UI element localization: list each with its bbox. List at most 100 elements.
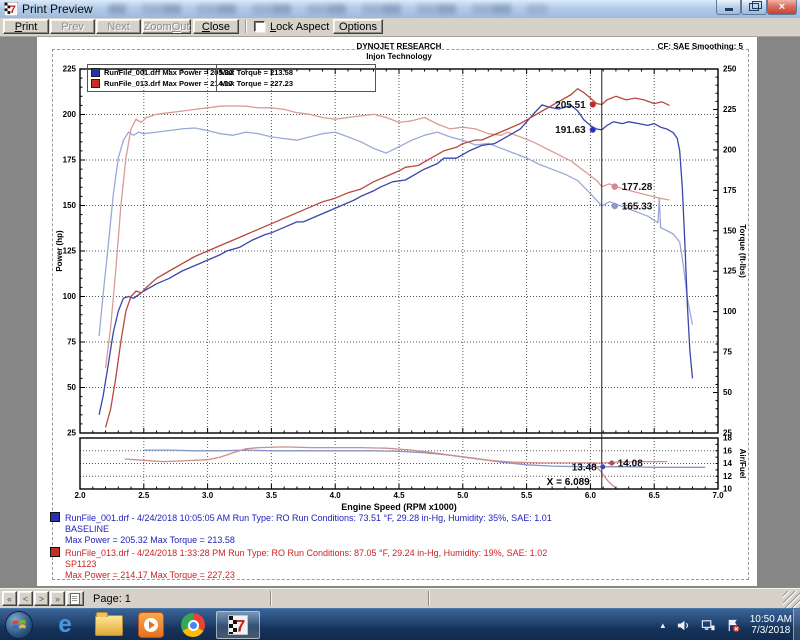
window-titlebar[interactable]: 7 Print Preview × [0,0,800,19]
next-page-nav-button[interactable]: > [34,591,49,606]
run-info-sp1123: RunFile_013.drf - 4/24/2018 1:33:28 PM R… [50,546,690,581]
svg-text:16: 16 [723,446,732,455]
svg-text:191.63: 191.63 [555,125,586,136]
print-preview-toolbar: Print Prev Next Zoom Out Close Lock Aspe… [0,18,800,37]
run-info-line3: Max Power = 205.32 Max Torque = 213.58 [65,535,690,546]
run-info-line1: RunFile_001.drf - 4/24/2018 10:05:05 AM … [50,511,690,524]
svg-text:2.0: 2.0 [74,491,86,500]
run-info-line2: SP1123 [65,559,690,570]
internet-explorer-icon[interactable]: e [48,612,82,638]
svg-text:75: 75 [723,348,732,357]
svg-text:225: 225 [63,65,77,74]
svg-text:100: 100 [63,292,77,301]
run-info-line3: Max Power = 214.17 Max Torque = 227.23 [65,570,690,581]
print-button[interactable]: Print [3,19,49,34]
cursor-marker-power_red [590,101,596,107]
svg-text:6.0: 6.0 [585,491,597,500]
svg-text:10: 10 [723,485,732,494]
toolbar-separator [245,20,247,33]
svg-text:165.33: 165.33 [622,201,653,212]
file-explorer-icon[interactable] [92,612,126,638]
taskbar-clock[interactable]: 10:50 AM 7/3/2018 [750,614,792,636]
svg-text:175: 175 [723,186,737,195]
svg-text:200: 200 [63,110,77,119]
page-setup-button[interactable] [66,591,84,606]
resize-grip[interactable] [783,591,800,608]
lock-aspect-ratio-checkbox[interactable] [254,21,265,32]
svg-text:18: 18 [723,434,732,443]
svg-text:3.0: 3.0 [202,491,214,500]
restore-button[interactable] [741,0,767,15]
close-preview-button[interactable]: Close [193,19,239,34]
start-button[interactable] [5,611,33,639]
action-center-flag-icon[interactable] [725,618,741,633]
svg-text:175: 175 [63,156,77,165]
volume-icon[interactable] [676,618,691,633]
svg-text:Power (hp): Power (hp) [55,230,64,272]
cursor-marker-torque_blue [612,203,618,209]
legend-row: RunFile_013.drf Max Power = 214.17 Max T… [88,77,375,89]
svg-text:4.5: 4.5 [393,491,405,500]
options-button[interactable]: Options [333,19,383,34]
show-desktop-button[interactable] [793,609,800,640]
dynojet-active-app-button[interactable]: 7 [216,611,260,639]
last-page-button[interactable]: » [50,591,65,606]
RunFile_013 Power [106,89,670,428]
hidden-icons-arrow[interactable]: ▲ [659,621,667,630]
legend-divider [216,65,217,91]
svg-text:177.28: 177.28 [622,182,653,193]
cursor-marker-af_blue [600,464,605,469]
svg-text:200: 200 [723,145,737,154]
legend-swatch-red [91,79,100,88]
run-swatch-red [50,547,60,557]
prev-page-button[interactable]: Prev [50,19,95,34]
next-page-button[interactable]: Next [96,19,141,34]
run-info-line1: RunFile_013.drf - 4/24/2018 1:33:28 PM R… [50,546,690,559]
clock-date: 7/3/2018 [750,625,792,636]
system-tray: ▲ 10:50 AM 7/3/2018 [659,609,792,640]
legend-max-torque: Max Torque = 213.58 [220,68,293,77]
svg-text:13.48: 13.48 [572,462,597,473]
legend-swatch-blue [91,68,100,77]
svg-text:250: 250 [723,65,737,74]
prev-page-nav-button[interactable]: < [18,591,33,606]
legend-file: RunFile_013.drf [104,79,160,88]
dyno-chart-svg: 2252001751501251007550252502252001751501… [37,37,757,586]
windows-flag-icon [11,617,27,633]
svg-text:75: 75 [67,338,76,347]
first-page-button[interactable]: « [2,591,17,606]
gridlines [80,69,718,489]
page-icon [70,593,80,605]
close-window-button[interactable]: × [767,0,797,15]
svg-text:2.5: 2.5 [138,491,150,500]
window-title: Print Preview [22,2,93,16]
status-separator [428,591,430,606]
RunFile_013 Torque [106,106,670,368]
minimize-button[interactable] [716,0,741,15]
svg-text:12: 12 [723,472,732,481]
status-bar: « < > » Page: 1 [0,588,800,609]
zoom-out-button[interactable]: Zoom Out [142,19,191,34]
page-number-label: Page: 1 [93,593,131,605]
chart-legend: RunFile_001.drf Max Power = 205.32 Max T… [87,64,376,92]
run-info-line2: BASELINE [65,524,690,535]
blurred-filename-text [108,4,548,14]
dynojet-icon: 7 [228,615,248,635]
svg-text:5.5: 5.5 [521,491,533,500]
chrome-icon[interactable] [176,612,210,638]
svg-text:3.5: 3.5 [266,491,278,500]
chart-subtitle: Injon Technology [37,52,761,61]
media-player-icon[interactable] [134,612,168,638]
svg-text:4.0: 4.0 [330,491,342,500]
network-icon[interactable] [700,618,716,633]
run-info-baseline: RunFile_001.drf - 4/24/2018 10:05:05 AM … [50,511,690,546]
svg-text:14: 14 [723,459,732,468]
svg-text:50: 50 [723,388,732,397]
svg-text:125: 125 [723,267,737,276]
print-preview-page: 2252001751501251007550252502252001751501… [37,37,757,586]
chart-title: DYNOJET RESEARCH [37,42,761,51]
svg-text:205.51: 205.51 [555,100,586,111]
legend-max-torque: Max Torque = 227.23 [220,79,293,88]
svg-text:50: 50 [67,383,76,392]
svg-text:150: 150 [63,201,77,210]
